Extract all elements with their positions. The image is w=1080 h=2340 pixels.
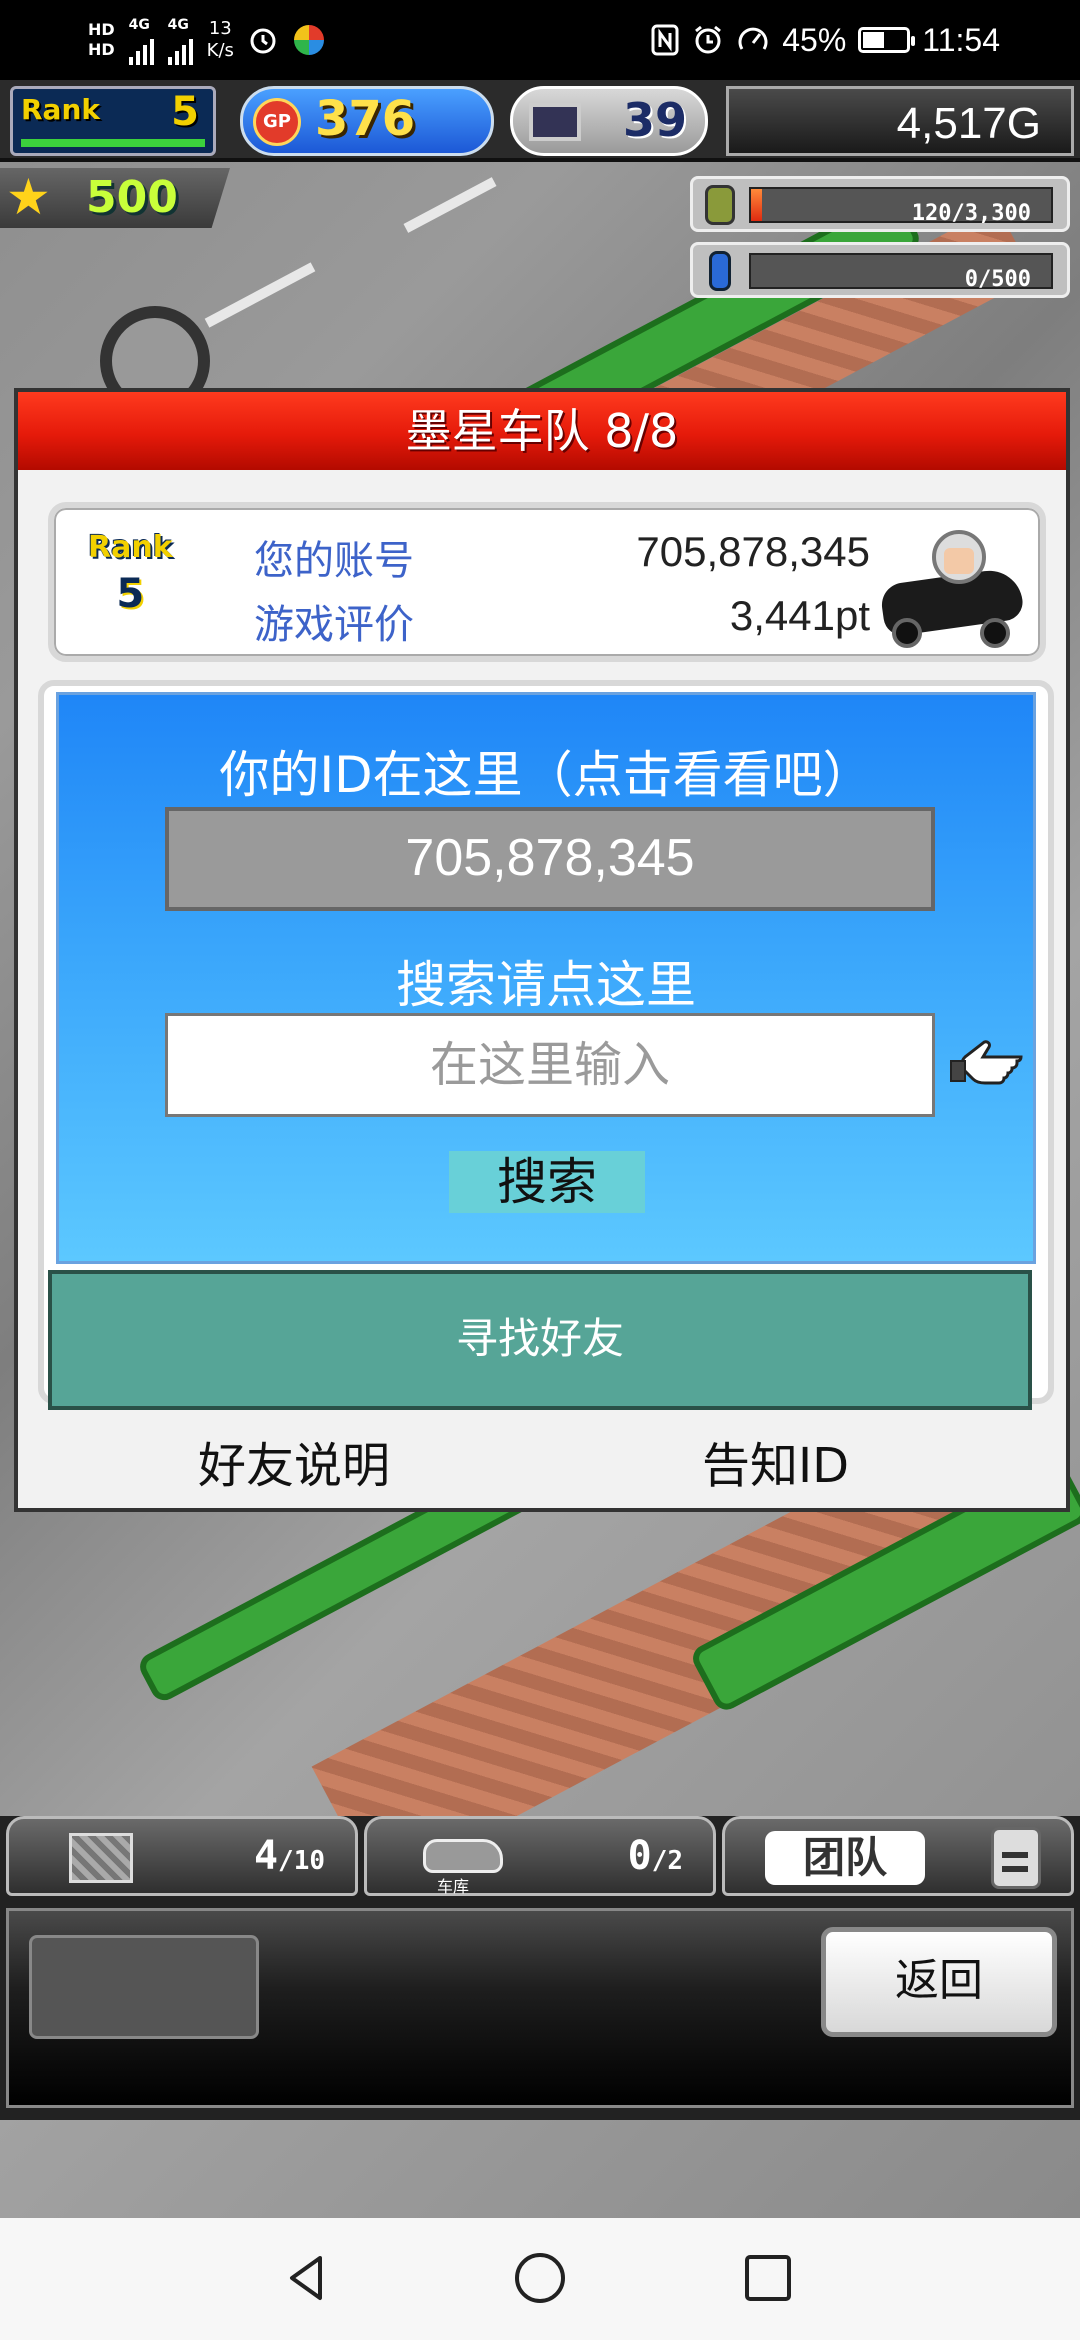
fuel-bar-fill [751,189,762,221]
tab-team[interactable]: 团队 [722,1816,1074,1896]
clock-time: 11:54 [922,21,1000,58]
friend-info-link[interactable]: 好友说明 [198,1426,390,1496]
garage-count-value: 0 [627,1833,652,1879]
pc-display[interactable]: 39 [510,86,708,156]
id-search-panel: 你的ID在这里（点击看看吧） 705,878,345 搜索请点这里 在这里输入 … [56,692,1036,1264]
account-rank: Rank 5 [88,530,173,617]
account-id-label: 您的账号 [254,538,414,584]
garage-count-max: 2 [667,1846,683,1876]
fuel-gauge: 120/3,300 [690,176,1070,232]
network-speed: 13 K/s [207,18,234,62]
fuel-bar: 120/3,300 [749,187,1053,226]
water-bottle-icon [709,251,731,291]
signal-2: 4G [167,15,193,65]
nav-back-icon[interactable] [278,2248,338,2308]
gp-coin-icon: GP [253,98,301,146]
hd-indicators: HD HD [88,20,115,60]
account-id-value: 705,878,345 [636,528,870,575]
signal-2-label: 4G [167,17,189,33]
data-saver-icon [738,27,768,50]
fuel-can-icon [705,185,735,225]
rank-value: 5 [171,89,199,135]
back-button[interactable]: 返回 [821,1927,1057,2037]
water-gauge: 0/500 [690,242,1070,298]
tab-garage[interactable]: 车库 0/2 [364,1816,716,1896]
road-marking [204,262,316,328]
top-hud: Rank 5 GP 376 39 4,517G [0,80,1080,162]
screen: HD HD 4G 4G 13 K/s 45% 11:54 Rank 5 GP 3… [0,0,1080,2340]
nfc-icon [651,24,679,56]
water-text: 0/500 [964,267,1031,292]
gp-value: 376 [315,91,416,147]
car-driver-icon [878,522,1028,652]
money-display: 4,517G [726,86,1074,156]
items-count: 4/10 [253,1833,325,1879]
search-input[interactable]: 在这里输入 [165,1013,935,1117]
bottom-panel: 返回 [6,1908,1074,2108]
gp-display[interactable]: GP 376 [240,86,494,156]
crate-icon [69,1833,133,1883]
rating-label: 游戏评价 [254,602,414,648]
nav-recents-icon[interactable] [738,2248,798,2308]
navigation-bar [0,2218,1080,2340]
status-left: HD HD 4G 4G 13 K/s [88,14,326,66]
signal-1-icon [128,35,154,65]
water-bar: 0/500 [749,253,1053,292]
search-section-title: 搜索请点这里 [396,956,696,1014]
rank-progress [21,139,205,147]
id-section-title: 你的ID在这里（点击看看吧） [219,746,873,804]
find-friends-button[interactable]: 寻找好友 [48,1270,1032,1410]
status-bar: HD HD 4G 4G 13 K/s 45% 11:54 [0,0,1080,80]
alarm-icon [695,25,722,54]
battery-percent: 45% [782,21,847,58]
status-right: 45% 11:54 [650,16,1000,64]
items-count-max: 10 [293,1846,325,1876]
signal-2-icon [167,35,193,65]
signal-1: 4G [128,15,154,65]
nav-home-icon[interactable] [510,2248,570,2308]
fuel-text: 120/3,300 [911,201,1031,226]
tell-id-link[interactable]: 告知ID [702,1426,849,1496]
star-value: 500 [86,172,178,223]
tab-items[interactable]: 4/10 [6,1816,358,1896]
pointing-hand-icon [950,1040,1023,1085]
speed-unit: K/s [206,40,234,61]
gp-label: GP [263,111,291,132]
rank-label: Rank [21,93,101,126]
road-marking [403,177,497,233]
staff-face-icon [991,1827,1041,1889]
star-icon: ★ [6,168,51,226]
rank-display: Rank 5 [10,86,216,156]
search-button[interactable]: 搜索 [449,1151,645,1213]
friend-panel: 你的ID在这里（点击看看吧） 705,878,345 搜索请点这里 在这里输入 … [38,680,1054,1410]
team-label: 团队 [765,1831,925,1885]
money-value: 4,517G [896,99,1041,148]
pc-value: 39 [622,93,687,147]
dialog-title: 墨星车队 8/8 [18,392,1066,470]
clock-icon [250,28,276,54]
signal-1-label: 4G [128,17,150,33]
speed-value: 13 [208,18,232,39]
items-count-value: 4 [253,1833,279,1879]
garage-label: 车库 [437,1877,470,1896]
bottom-hud: 4/10 车库 0/2 团队 返回 [0,1816,1080,2120]
computer-icon [529,103,581,141]
garage-count: 0/2 [627,1833,683,1879]
rating-value: 3,441pt [729,592,870,639]
hd-label-2: HD [88,40,115,59]
app-icon [293,25,324,55]
empty-slot [29,1935,259,2039]
hd-label-1: HD [88,20,115,39]
account-rank-value: 5 [116,571,145,617]
account-rank-label: Rank [88,530,173,565]
garage-car-icon: 车库 [417,1829,507,1896]
account-card: Rank 5 您的账号 705,878,345 游戏评价 3,441pt [48,502,1046,662]
bottom-tabs: 4/10 车库 0/2 团队 [6,1816,1074,1896]
star-display: ★ 500 [0,168,230,228]
battery-icon [858,27,916,53]
team-dialog: 墨星车队 8/8 Rank 5 您的账号 705,878,345 游戏评价 3,… [14,388,1070,1512]
my-id-display[interactable]: 705,878,345 [165,807,935,911]
